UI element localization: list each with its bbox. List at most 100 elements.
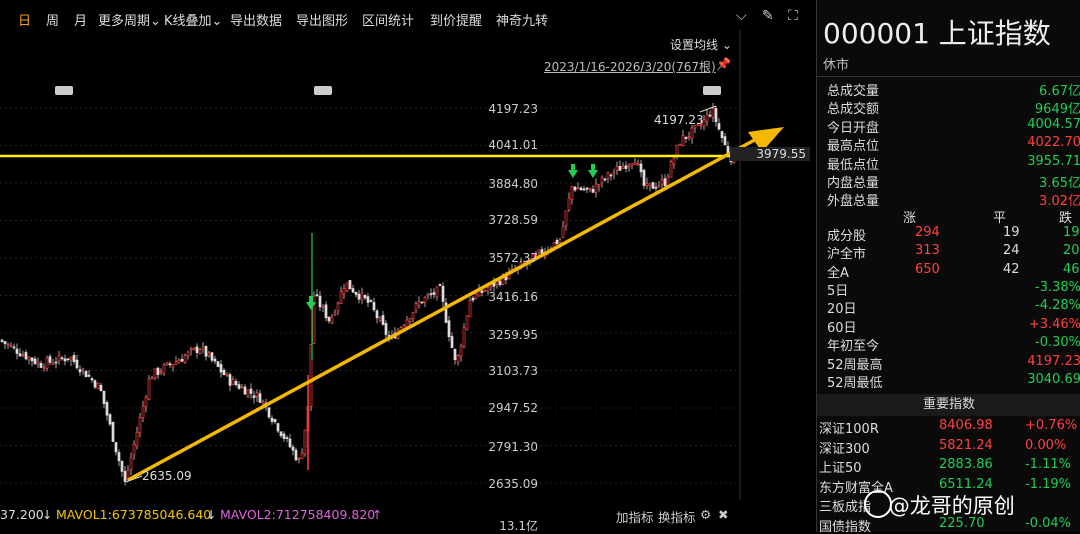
ma-setting-dropdown[interactable]: 设置均线 ⌄ [670,36,732,53]
candle-body [48,356,52,363]
period-week-tab[interactable]: 周 [46,10,59,29]
candle-body [282,433,286,439]
more-periods-dropdown[interactable]: 更多周期⌄ [98,10,161,29]
kline-overlay-dropdown[interactable]: K线叠加⌄ [164,10,222,29]
event-marker[interactable] [703,86,721,95]
index-name: 深证300 [819,441,870,457]
candle-body [588,187,592,190]
price-alert-button[interactable]: 到价提醒 [430,10,482,29]
candle-body [648,183,652,187]
close-icon[interactable]: ✖ [718,507,728,522]
candle-body [39,362,43,368]
add-indicator-button[interactable]: 加指标 [616,507,654,526]
candle-body [135,431,139,447]
range-stats-button[interactable]: 区间统计 [362,10,414,29]
candle-body [63,358,67,362]
perf-label: 20日 [827,302,857,318]
candle-body [258,393,262,403]
price-axis-label: 3572.37 [488,251,538,265]
breadth-header: 跌 [1059,211,1073,226]
candle-body [9,344,13,347]
candle-body [261,401,265,404]
vol-value: 37.200 [0,507,44,522]
candle-body [591,188,595,193]
candle-body [642,169,646,186]
candle-body [630,163,634,167]
candle-body [150,377,154,380]
collapse-circle-icon[interactable]: ⌵ [736,8,747,24]
candle-body [174,361,178,365]
export-graph-button[interactable]: 导出图形 [296,10,348,29]
pin-icon[interactable]: 📌 [716,57,731,71]
kline-chart-area[interactable]: 4197.23 2635.09 日 周 月 更多周期⌄ K线叠加⌄ 导出数据 导出… [0,0,814,533]
candle-body [240,386,244,389]
event-marker[interactable] [314,86,332,95]
perf-row: 5日 -3.38% [827,280,1080,299]
key-indices-header: 重要指数 [817,394,1080,416]
candle-body [618,166,622,171]
breadth-row: 成分股 294 19 1934 [827,225,1080,244]
candle-body [108,414,112,425]
candle-body [291,446,295,451]
candle-body [252,395,256,398]
perf-label: 52周最高 [827,357,883,373]
perf-value: +3.46% [1028,316,1080,332]
candle-body [186,351,190,357]
candle-body [663,178,667,187]
candle-body [348,280,352,290]
price-axis-label: 3259.95 [488,328,538,342]
candle-body [165,362,169,365]
pen-draw-icon[interactable]: ✎ [762,8,774,24]
candle-body [237,384,241,389]
export-data-button[interactable]: 导出数据 [230,10,282,29]
candle-body [690,127,694,139]
candle-body [297,457,301,460]
candle-body [66,358,70,361]
candle-body [123,471,127,482]
chevron-down-icon: ⌄ [211,14,223,29]
period-month-tab[interactable]: 月 [74,10,87,29]
period-day-tab[interactable]: 日 [18,10,31,29]
fullscreen-icon[interactable]: ⛶ [788,8,798,24]
switch-indicator-button[interactable]: 换指标 [658,507,696,526]
candle-body [711,108,715,118]
candle-body [246,389,250,397]
candle-body [435,286,439,298]
candle-body [423,297,427,303]
candle-body [564,210,568,226]
date-range-label[interactable]: 2023/1/16-2026/3/20(767根) [544,58,716,75]
candle-body [96,382,100,390]
candle-body [33,358,37,365]
candle-body [81,368,85,371]
candle-body [243,386,247,395]
kline-chart[interactable]: 4197.23 2635.09 [0,0,814,532]
green-down-arrow-icon [588,170,598,178]
index-name: 深证100R [819,422,879,437]
candle-body [633,162,637,165]
candle-body [105,402,109,416]
candle-body [153,368,157,379]
green-down-arrow-icon [571,164,575,170]
candle-body [441,285,445,302]
index-price: 5821.24 [939,437,993,453]
candle-body [24,352,28,360]
trend-arrow-line [127,135,761,482]
breadth-header: 平 [993,211,1007,226]
event-marker[interactable] [55,86,73,95]
high-annotation: 4197.23 [654,113,704,127]
candle-body [366,296,370,303]
breadth-name: 沪全市 [827,247,867,263]
td-sequential-button[interactable]: 神奇九转 [496,10,548,29]
candle-body [177,360,181,364]
stat-value: 9649亿 [1034,102,1080,118]
market-status: 休市 [823,58,850,73]
candle-body [681,135,685,146]
candle-body [60,357,64,360]
candle-body [3,341,7,345]
mavol2-value: MAVOL2:712758409.820 [220,507,376,522]
index-change: -0.04% [1025,516,1071,531]
candle-body [162,364,166,374]
green-down-arrow-icon [568,170,578,178]
settings-gear-icon[interactable]: ⚙ [700,507,711,522]
candle-body [636,163,640,165]
